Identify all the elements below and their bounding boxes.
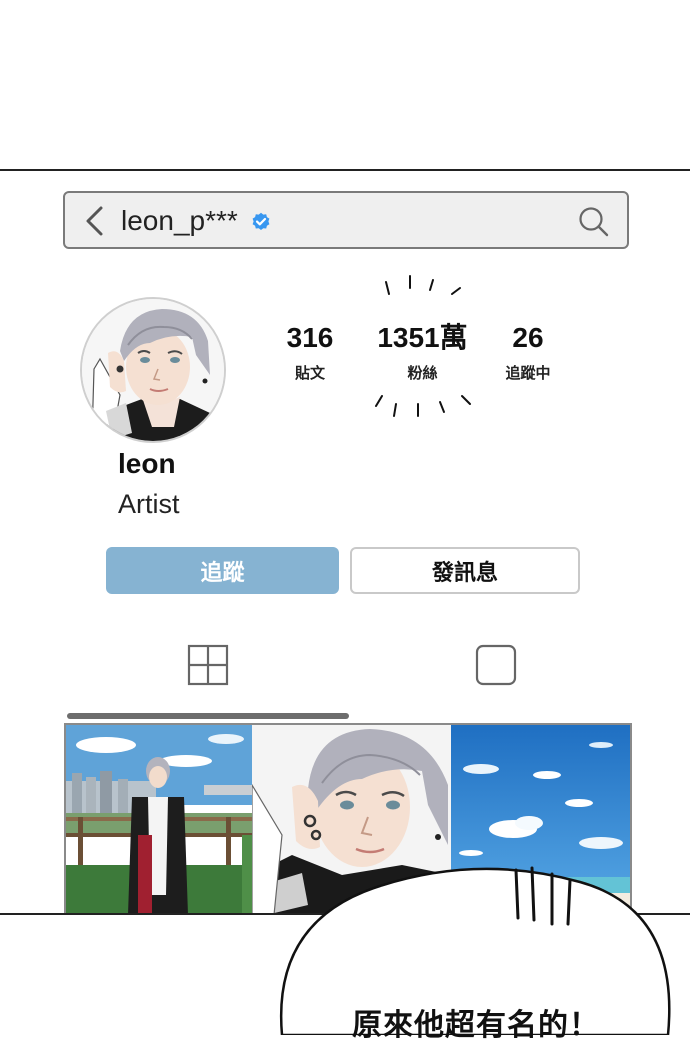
stat-following-value: 26 xyxy=(512,322,544,353)
photo-riverside-image xyxy=(66,725,252,913)
search-icon[interactable] xyxy=(577,205,609,237)
message-button[interactable]: 發訊息 xyxy=(350,547,580,594)
photo-thumbnail[interactable] xyxy=(66,725,252,913)
grid-icon[interactable] xyxy=(187,644,229,686)
stat-followers-label: 粉絲 xyxy=(407,364,438,382)
speech-bubble-text: 原來他超有名的！ xyxy=(352,1008,600,1043)
stat-followers[interactable]: 1351萬 粉絲 xyxy=(365,322,480,383)
profile-avatar[interactable] xyxy=(80,297,226,443)
profile-bio: Artist xyxy=(118,489,180,519)
stat-following-label: 追蹤中 xyxy=(505,364,551,382)
profile-name: leon xyxy=(118,448,176,479)
profile-username: leon_p*** xyxy=(121,205,238,236)
search-bar[interactable]: leon_p*** xyxy=(63,191,629,249)
stat-posts-label: 貼文 xyxy=(294,364,325,382)
square-icon[interactable] xyxy=(475,644,517,686)
stat-followers-value: 1351萬 xyxy=(377,322,468,353)
active-tab-indicator xyxy=(67,713,349,719)
follow-button[interactable]: 追蹤 xyxy=(106,547,339,594)
panel-border-top xyxy=(0,169,690,171)
stat-posts-value: 316 xyxy=(286,322,334,353)
verified-badge-icon xyxy=(252,212,270,230)
stat-following[interactable]: 26 追蹤中 xyxy=(488,322,568,383)
avatar-portrait xyxy=(82,299,224,441)
chevron-left-icon[interactable] xyxy=(83,205,105,237)
stat-posts[interactable]: 316 貼文 xyxy=(270,322,350,383)
